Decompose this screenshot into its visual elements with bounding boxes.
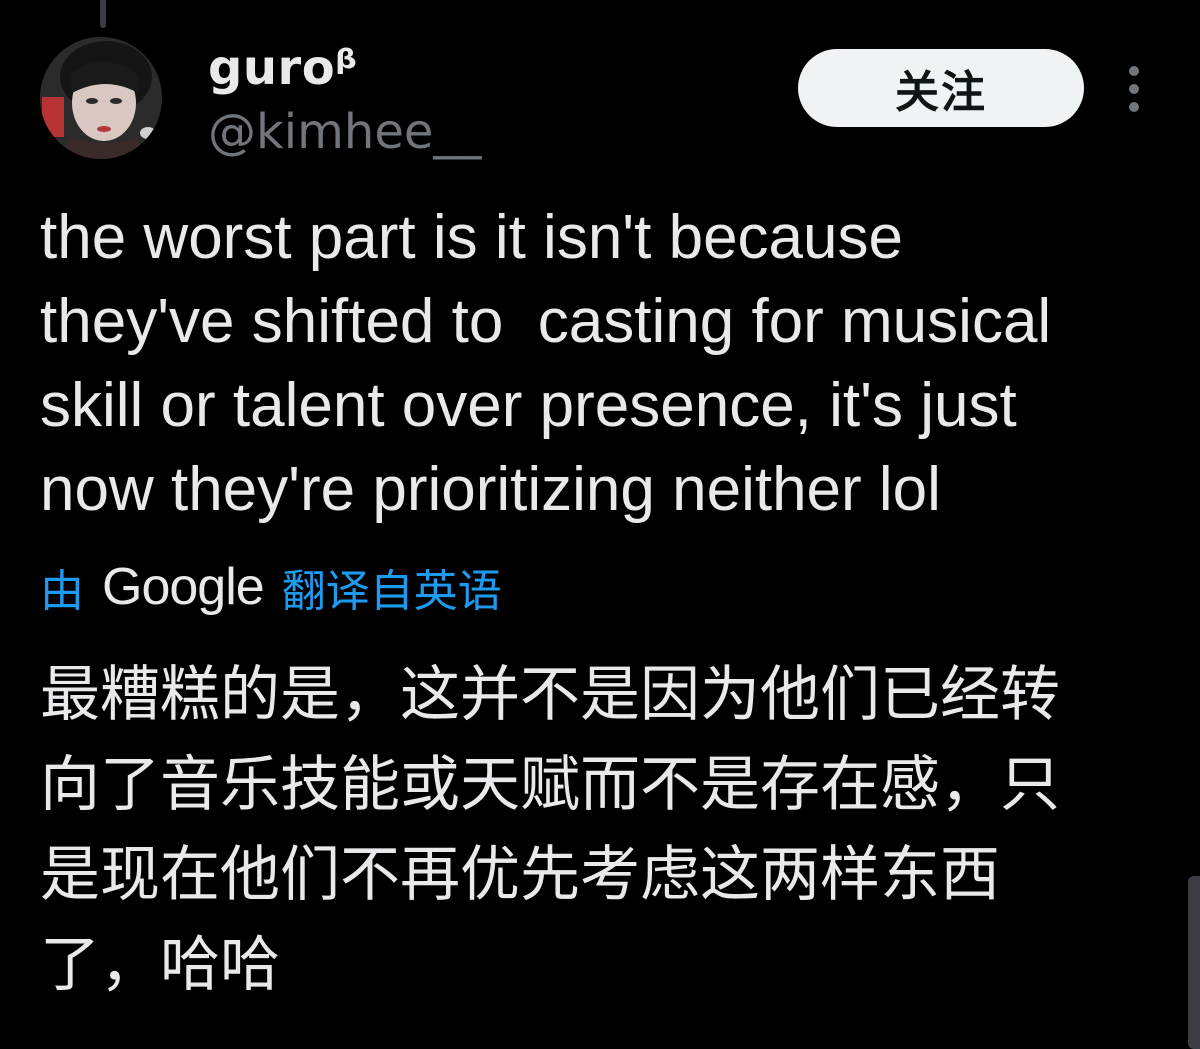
more-dot-icon: [1129, 66, 1139, 76]
avatar[interactable]: [40, 37, 162, 159]
tweet-text-line: the worst part is it isn't because: [40, 203, 904, 272]
translated-text-line: 最糟糕的是，这并不是因为他们已经转: [40, 660, 1060, 730]
follow-button[interactable]: 关注: [798, 49, 1084, 127]
tweet-text: the worst part is it isn't because they'…: [40, 196, 1160, 532]
more-dot-icon: [1129, 84, 1139, 94]
translated-text-line: 是现在他们不再优先考虑这两样东西: [40, 840, 1000, 910]
tweet-text-line: now they're prioritizing neither lol: [40, 455, 941, 524]
thread-connector-line: [100, 0, 106, 28]
translation-attribution[interactable]: 由 Google 翻译自英语: [40, 556, 502, 618]
more-dot-icon: [1129, 102, 1139, 112]
translation-prefix: 由: [40, 566, 84, 617]
google-logo-icon: Google: [102, 558, 265, 616]
translation-source-label[interactable]: 翻译自英语: [282, 555, 502, 619]
author-display-name[interactable]: guroᵝ: [208, 40, 357, 96]
avatar-photo-icon: [40, 37, 162, 159]
translated-text: 最糟糕的是，这并不是因为他们已经转 向了音乐技能或天赋而不是存在感，只 是现在他…: [40, 650, 1160, 1010]
tweet-text-line: skill or talent over presence, it's just: [40, 371, 1017, 440]
translated-text-line: 了，哈哈: [40, 930, 280, 1000]
author-handle[interactable]: @kimhee__: [208, 102, 481, 162]
scrollbar[interactable]: [1188, 876, 1200, 1049]
more-options-button[interactable]: [1114, 64, 1154, 114]
translated-text-line: 向了音乐技能或天赋而不是存在感，只: [40, 750, 1060, 820]
tweet-text-line: they've shifted to casting for musical: [40, 287, 1052, 356]
